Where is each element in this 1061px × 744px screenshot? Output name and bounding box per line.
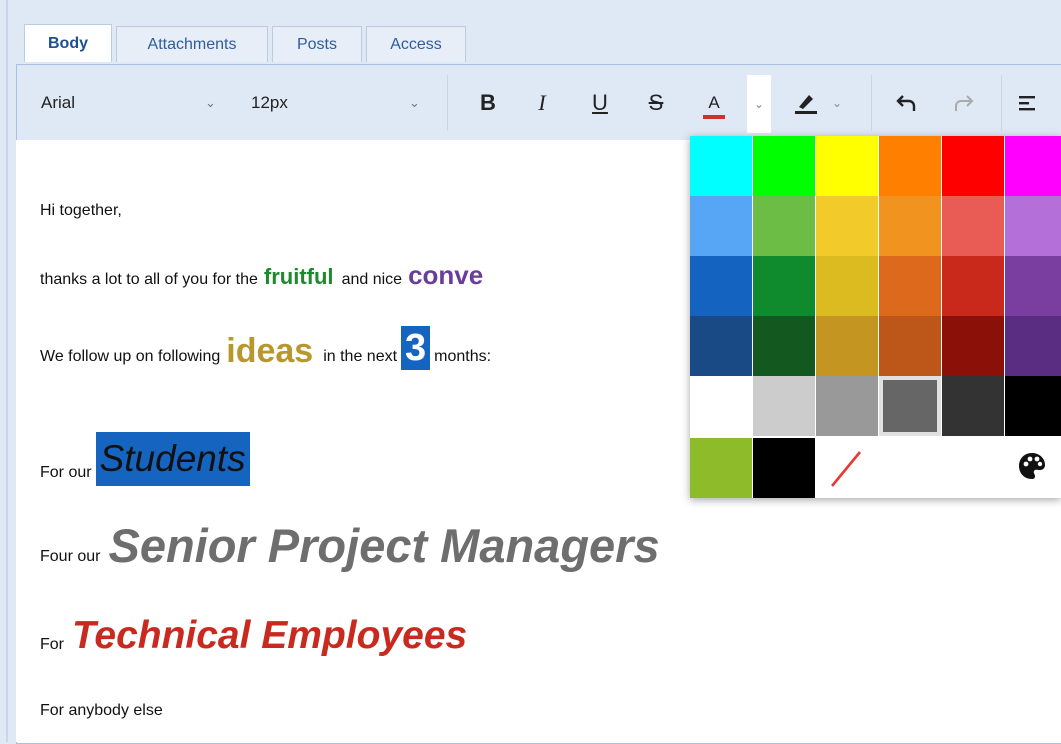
color-swatch[interactable]	[753, 196, 815, 256]
toolbar-divider	[871, 75, 872, 131]
for-our-text: For our	[40, 464, 92, 481]
underline-icon: U	[592, 90, 608, 115]
color-swatch[interactable]	[942, 136, 1004, 196]
undo-button[interactable]	[891, 83, 921, 123]
color-swatch[interactable]	[942, 196, 1004, 256]
palette-icon	[1019, 453, 1045, 479]
font-color-button[interactable]: A	[697, 83, 731, 123]
toolbar-divider	[1001, 75, 1002, 131]
underline-button[interactable]: U	[585, 83, 615, 123]
color-swatch[interactable]	[1005, 136, 1061, 196]
students-highlight: Students	[95, 432, 250, 486]
left-border	[6, 0, 8, 742]
no-color-button[interactable]	[816, 438, 878, 498]
color-swatch[interactable]	[816, 256, 878, 316]
color-swatch[interactable]	[1005, 376, 1061, 436]
line-senior: Four our Senior Project Managers	[40, 518, 660, 574]
custom-color-button[interactable]	[1016, 450, 1048, 490]
chevron-down-icon: ⌄	[205, 95, 216, 110]
color-swatch[interactable]	[816, 376, 878, 436]
tab-attachments[interactable]: Attachments	[116, 26, 268, 62]
anybody-else-text: For anybody else	[40, 702, 163, 719]
fruitful-text: fruitful	[263, 264, 334, 289]
color-swatch[interactable]	[942, 256, 1004, 316]
chevron-down-icon: ⌄	[831, 96, 843, 110]
color-swatch[interactable]	[753, 256, 815, 316]
font-family-value: Arial	[41, 93, 76, 112]
line-thanks: thanks a lot to all of you for the fruit…	[40, 260, 483, 291]
ideas-text: ideas	[226, 332, 314, 370]
font-color-dropdown[interactable]: ⌄	[747, 75, 771, 133]
line-ideas: We follow up on following ideas in the n…	[40, 326, 491, 370]
highlighter-icon	[795, 95, 817, 114]
strikethrough-icon: S	[648, 90, 664, 115]
conve-text: conve	[408, 260, 484, 290]
color-swatch[interactable]	[879, 376, 941, 436]
color-swatch[interactable]	[753, 376, 815, 436]
highlight-color-button[interactable]	[791, 83, 821, 123]
toolbar-divider	[447, 75, 448, 131]
tab-posts[interactable]: Posts	[272, 26, 362, 62]
font-size-select[interactable]: 12px	[251, 83, 431, 123]
color-swatch[interactable]	[690, 136, 752, 196]
color-swatch[interactable]	[1005, 316, 1061, 376]
color-swatch[interactable]	[879, 256, 941, 316]
for-text: For	[40, 636, 64, 653]
thanks-text: thanks a lot to all of you for the	[40, 271, 258, 288]
color-swatch[interactable]	[690, 316, 752, 376]
color-swatch[interactable]	[690, 256, 752, 316]
months-text: months:	[434, 348, 492, 365]
line-technical: For Technical Employees	[40, 612, 467, 660]
and-nice-text: and nice	[341, 271, 403, 288]
font-family-select[interactable]: Arial	[41, 83, 231, 123]
font-color-indicator	[703, 115, 725, 119]
align-button[interactable]	[1017, 83, 1047, 123]
color-swatch[interactable]	[690, 438, 752, 498]
redo-icon	[955, 95, 974, 111]
italic-icon: I	[538, 90, 546, 115]
color-swatch[interactable]	[879, 316, 941, 376]
color-swatch[interactable]	[753, 316, 815, 376]
editor-toolbar: Arial ⌄ 12px ⌄ B I U S A ⌄ ⌄	[17, 65, 1061, 142]
italic-button[interactable]: I	[527, 83, 557, 123]
undo-icon	[896, 95, 916, 111]
color-swatch[interactable]	[690, 376, 752, 436]
highlight-color-dropdown[interactable]: ⌄	[829, 83, 845, 123]
number-highlight: 3	[401, 326, 431, 370]
align-left-icon	[1019, 96, 1035, 111]
in-the-next-text: in the next	[323, 348, 398, 365]
color-swatch[interactable]	[753, 438, 815, 498]
color-swatch[interactable]	[879, 196, 941, 256]
color-swatch[interactable]	[879, 136, 941, 196]
color-picker-popup	[690, 136, 1061, 498]
technical-employees-text: Technical Employees	[72, 614, 468, 657]
color-swatch[interactable]	[942, 376, 1004, 436]
tab-body[interactable]: Body	[24, 24, 112, 62]
senior-managers-text: Senior Project Managers	[108, 519, 660, 572]
color-swatch[interactable]	[753, 136, 815, 196]
font-size-value: 12px	[251, 93, 288, 112]
no-color-icon	[830, 451, 862, 487]
chevron-down-icon: ⌄	[409, 95, 420, 110]
color-swatch[interactable]	[942, 316, 1004, 376]
four-our-text: Four our	[40, 548, 101, 565]
color-swatch[interactable]	[690, 196, 752, 256]
tab-bar: Body Attachments Posts Access	[24, 24, 470, 64]
font-color-icon: A	[708, 93, 720, 112]
redo-button[interactable]	[949, 83, 979, 123]
color-swatch[interactable]	[816, 196, 878, 256]
bold-button[interactable]: B	[473, 83, 503, 123]
tab-access[interactable]: Access	[366, 26, 466, 62]
color-swatch[interactable]	[816, 316, 878, 376]
greeting-text: Hi together,	[40, 202, 122, 219]
line-students: For our Students	[40, 432, 250, 486]
bold-icon: B	[480, 90, 496, 115]
color-swatch[interactable]	[1005, 256, 1061, 316]
color-swatch[interactable]	[1005, 196, 1061, 256]
strikethrough-button[interactable]: S	[641, 83, 671, 123]
chevron-down-icon: ⌄	[753, 97, 765, 111]
color-swatch[interactable]	[816, 136, 878, 196]
follow-up-text: We follow up on following	[40, 348, 221, 365]
